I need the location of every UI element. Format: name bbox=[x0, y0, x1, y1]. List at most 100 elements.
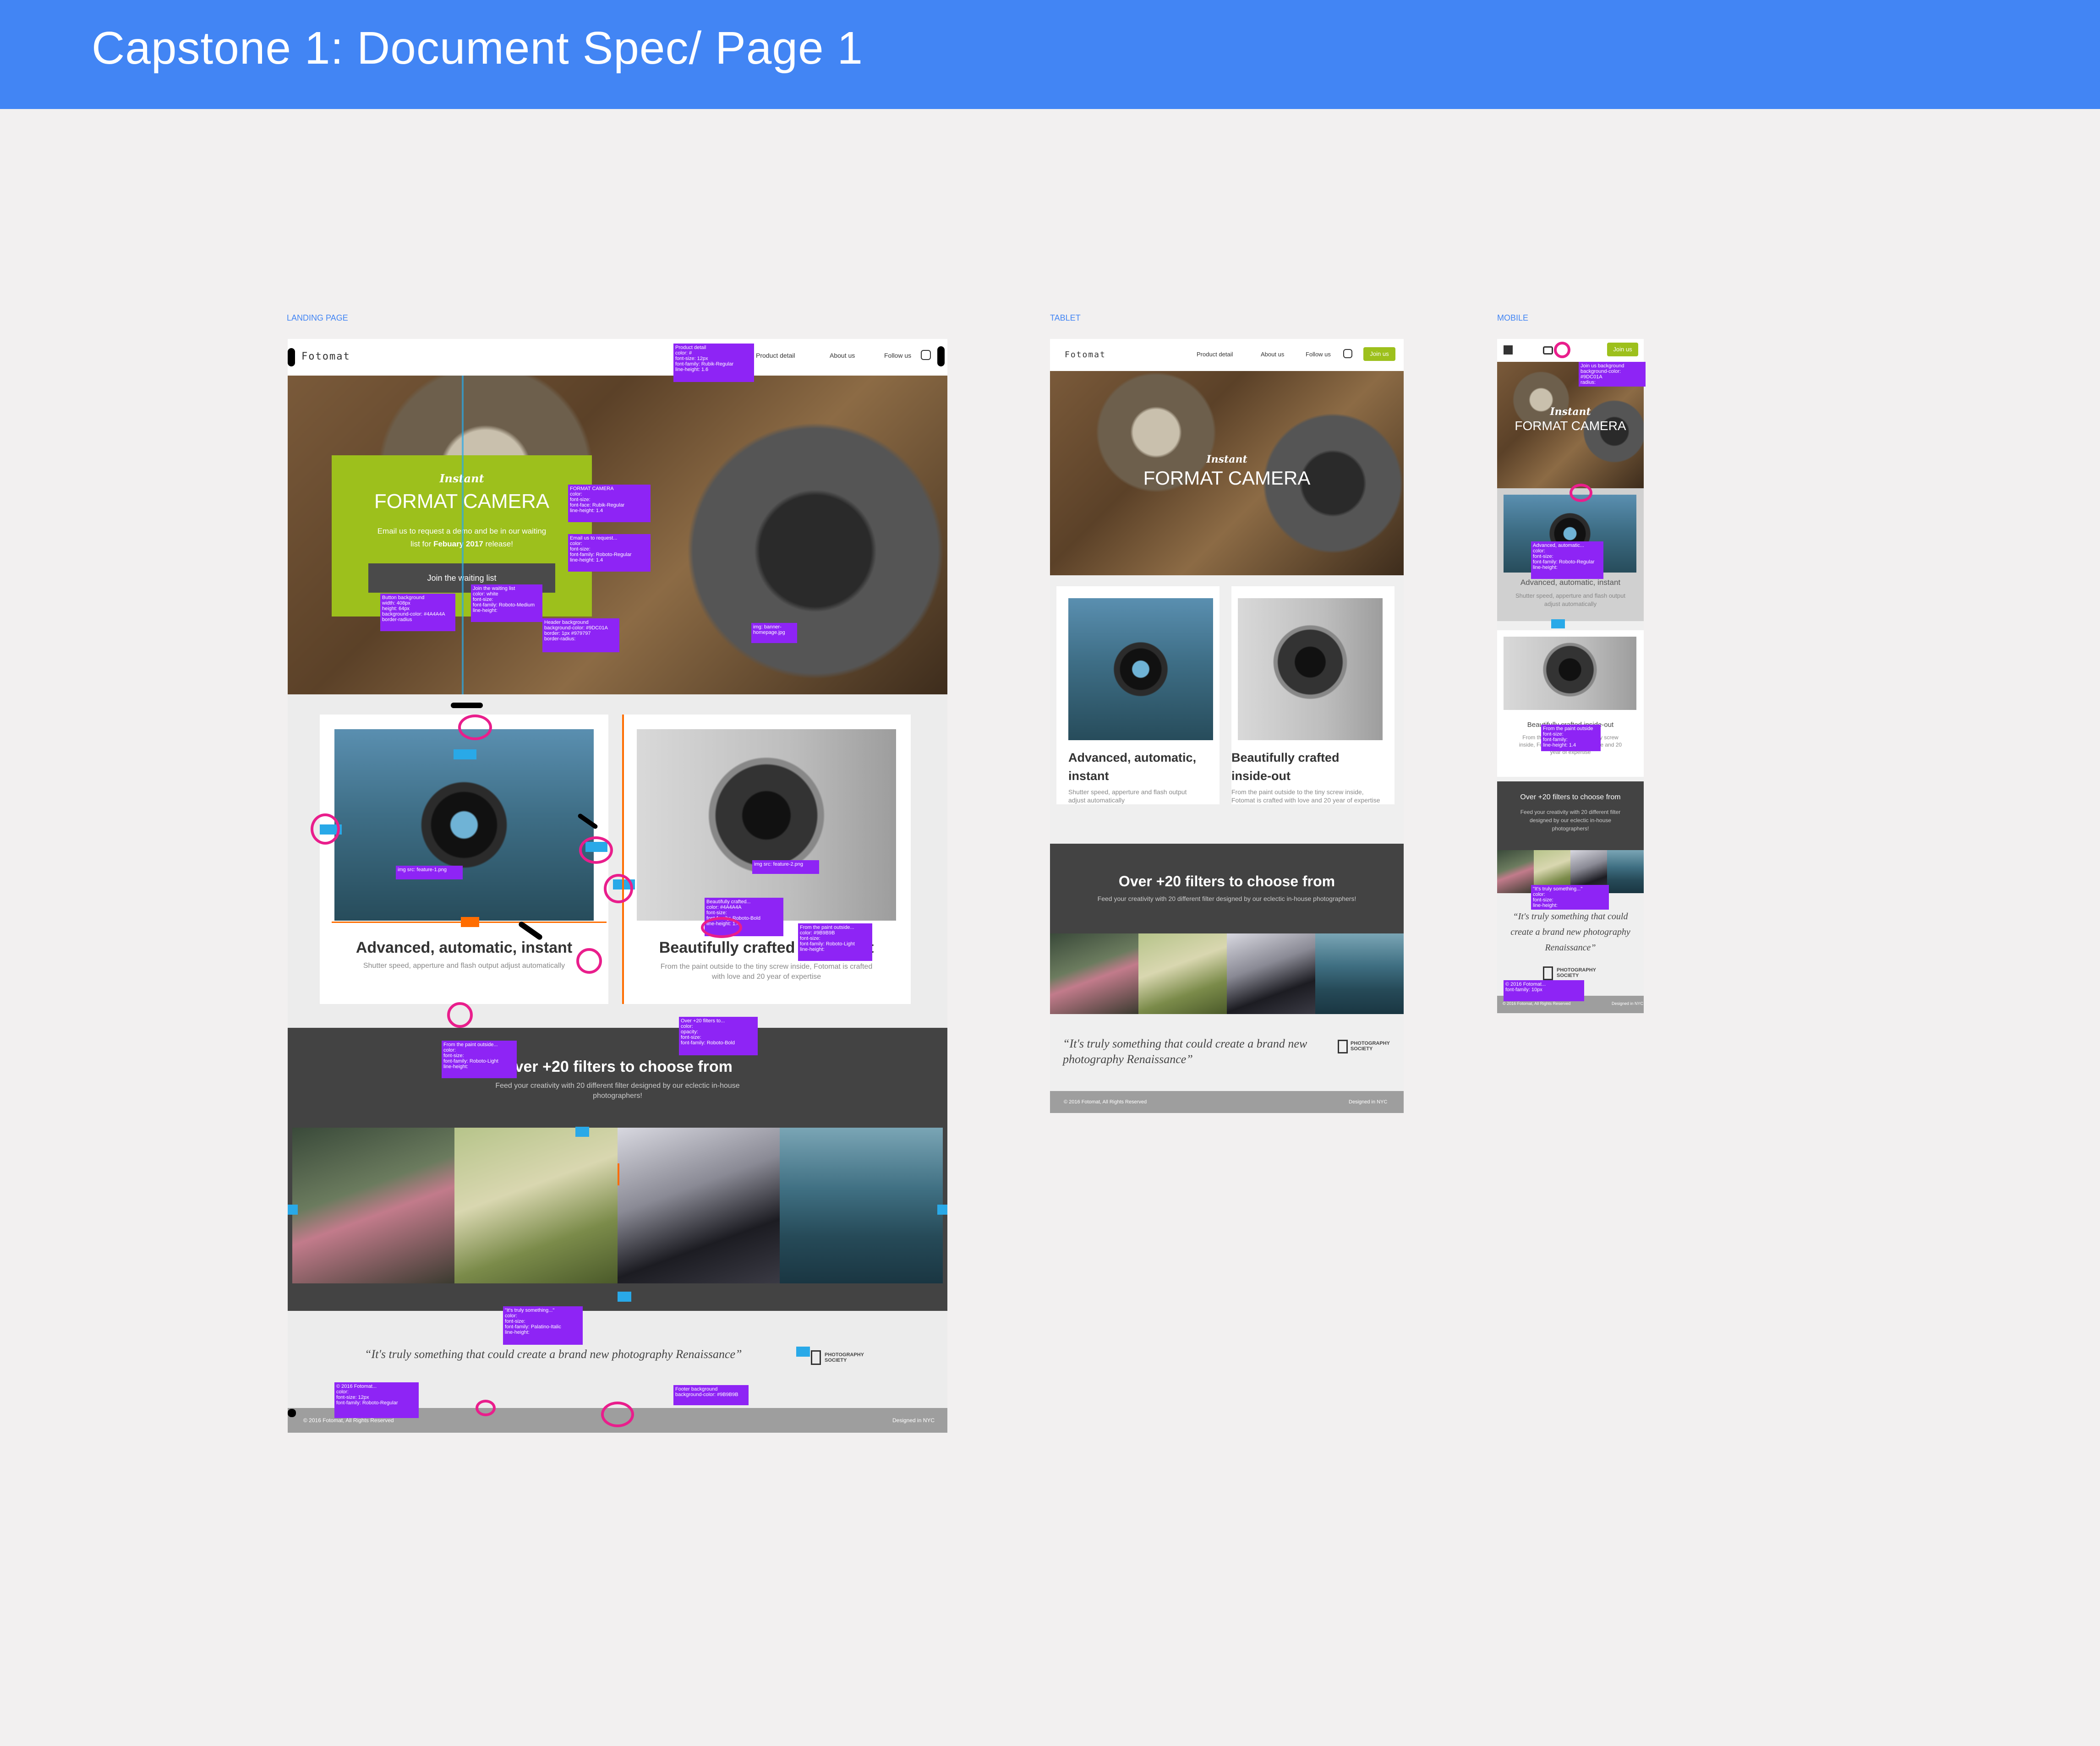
footer-designed: Designed in NYC bbox=[892, 1417, 935, 1424]
feature-text-2: From the paint outside to the tiny screw… bbox=[660, 963, 873, 981]
annotation: Product detail color: # font-size: 12px … bbox=[673, 344, 754, 382]
footer-copyright: © 2016 Fotomat, All Rights Reserved bbox=[303, 1417, 394, 1424]
landing-nav: Fotomat Product detail About us Follow u… bbox=[288, 339, 947, 376]
frame-label-mobile: MOBILE bbox=[1497, 313, 1529, 322]
testimonial-quote: “It's truly something that could create … bbox=[365, 1348, 742, 1361]
filter-image-2 bbox=[454, 1128, 618, 1283]
feature-image-2 bbox=[637, 729, 896, 921]
annotation: img: banner- homepage.jpg bbox=[751, 623, 797, 643]
mobile-society-logo bbox=[1543, 966, 1553, 980]
frame-label-landing: LANDING PAGE bbox=[287, 313, 348, 322]
markup-circle bbox=[701, 917, 742, 938]
annotation: img src: feature-2.png bbox=[752, 860, 819, 874]
annotation: Header background background-color: #9DC… bbox=[542, 618, 619, 652]
tablet-nav-about[interactable]: About us bbox=[1261, 351, 1284, 358]
mobile-testimonial-quote: “It's truly something that could create … bbox=[1510, 911, 1630, 953]
mobile-nav: Join us bbox=[1497, 339, 1644, 362]
annotation: From the paint outside font-size: font-f… bbox=[1541, 725, 1601, 751]
tablet-filter-image-1 bbox=[1050, 933, 1138, 1014]
tablet-join-button[interactable]: Join us bbox=[1363, 347, 1395, 361]
redline-marker bbox=[937, 1205, 947, 1215]
markup-circle bbox=[579, 836, 613, 864]
tablet-feature-image-1 bbox=[1068, 598, 1213, 740]
photography-society-logo bbox=[811, 1350, 821, 1365]
society-name: PHOTOGRAPHY SOCIETY bbox=[825, 1352, 864, 1364]
annotation: "It's truly something..." color: font-si… bbox=[1531, 885, 1609, 910]
annotation: Advanced, automatic... color: font-size:… bbox=[1531, 541, 1603, 579]
redline-marker bbox=[622, 715, 624, 1004]
tablet-filter-image-4 bbox=[1315, 933, 1404, 1014]
landing-page-frame: Fotomat Product detail About us Follow u… bbox=[288, 339, 947, 1433]
filter-image-1 bbox=[292, 1128, 454, 1283]
mobile-feature-text-1: Shutter speed, apperture and flash outpu… bbox=[1515, 592, 1625, 607]
mobile-filter-image-4 bbox=[1607, 850, 1644, 893]
tablet-feature-text-2: From the paint outside to the tiny screw… bbox=[1231, 788, 1380, 804]
tablet-society-name: PHOTOGRAPHY SOCIETY bbox=[1351, 1041, 1390, 1052]
redline-marker bbox=[332, 922, 607, 923]
annotation: © 2016 Fotomat... font-family: 10px bbox=[1504, 980, 1584, 1001]
annotation: Email us to request... color: font-size:… bbox=[568, 534, 651, 572]
tablet-nav-product[interactable]: Product detail bbox=[1197, 351, 1233, 358]
frame-label-tablet: TABLET bbox=[1050, 313, 1081, 322]
tablet-filters-title: Over +20 filters to choose from bbox=[1118, 873, 1335, 889]
tablet-filter-image-2 bbox=[1138, 933, 1227, 1014]
tablet-footer-designed: Designed in NYC bbox=[1349, 1099, 1388, 1105]
markup-circle bbox=[1570, 484, 1592, 502]
tablet-instagram-icon[interactable] bbox=[1343, 349, 1352, 358]
redline-marker bbox=[1551, 619, 1565, 628]
tablet-feature-card-2: Beautifully crafted inside-out From the … bbox=[1231, 586, 1395, 804]
redaction-scribble bbox=[288, 1409, 296, 1417]
redline-marker bbox=[575, 1127, 589, 1137]
redline-marker bbox=[454, 749, 476, 759]
nav-about-us[interactable]: About us bbox=[830, 352, 855, 359]
annotation: FORMAT CAMERA color: font-size: font-fac… bbox=[568, 485, 651, 522]
markup-circle bbox=[576, 948, 602, 974]
annotation: Over +20 filters to... color: opacity: f… bbox=[679, 1017, 758, 1055]
tablet-feature-image-2 bbox=[1238, 598, 1383, 740]
redline-marker bbox=[288, 1205, 298, 1215]
annotation: Button background width: 408px height: 6… bbox=[380, 594, 455, 631]
tablet-footer-copyright: © 2016 Fotomat, All Rights Reserved bbox=[1064, 1099, 1147, 1105]
filter-image-3 bbox=[618, 1128, 780, 1283]
redaction-scribble bbox=[288, 348, 295, 366]
filter-image-4 bbox=[780, 1128, 943, 1283]
mobile-join-button[interactable]: Join us bbox=[1607, 343, 1638, 356]
tablet-hero-image: Instant FORMAT CAMERA bbox=[1050, 371, 1404, 575]
filters-text: Feed your creativity with 20 different f… bbox=[495, 1082, 740, 1100]
mobile-frame: Join us Instant FORMAT CAMERA Advanced, … bbox=[1497, 339, 1646, 1013]
mobile-filters-section: Over +20 filters to choose from Feed you… bbox=[1497, 781, 1644, 893]
mobile-hero-kicker: Instant bbox=[1550, 406, 1591, 418]
nav-follow-us[interactable]: Follow us bbox=[884, 352, 911, 359]
markup-circle bbox=[311, 813, 340, 845]
tablet-nav-follow[interactable]: Follow us bbox=[1306, 351, 1331, 358]
annotation: © 2016 Fotomat... color: font-size: 12px… bbox=[334, 1382, 419, 1418]
annotation: img src: feature-1.png bbox=[396, 866, 463, 879]
tablet-filter-image-3 bbox=[1227, 933, 1315, 1014]
tablet-logo[interactable]: Fotomat bbox=[1065, 350, 1106, 360]
tablet-hero-title: FORMAT CAMERA bbox=[1143, 467, 1311, 489]
instagram-icon[interactable] bbox=[921, 350, 931, 360]
mobile-feature-image-2 bbox=[1504, 637, 1636, 710]
redaction-scribble bbox=[451, 703, 483, 708]
redline-marker bbox=[796, 1347, 810, 1357]
mobile-filters-title: Over +20 filters to choose from bbox=[1520, 793, 1621, 801]
tablet-feature-title-2: Beautifully crafted inside-out bbox=[1231, 751, 1340, 783]
camera-icon[interactable] bbox=[1543, 346, 1553, 355]
tablet-testimonial-quote: “It's truly something that could create … bbox=[1063, 1037, 1307, 1066]
annotation: Footer background background-color: #9B9… bbox=[673, 1385, 749, 1405]
tablet-footer: © 2016 Fotomat, All Rights Reserved Desi… bbox=[1050, 1091, 1404, 1113]
redline-marker bbox=[618, 1163, 619, 1185]
mobile-menu-icon[interactable] bbox=[1504, 345, 1513, 355]
feature-text-1: Shutter speed, apperture and flash outpu… bbox=[363, 962, 565, 970]
mobile-hero-title: FORMAT CAMERA bbox=[1515, 419, 1626, 433]
nav-product-detail[interactable]: Product detail bbox=[756, 352, 795, 359]
doc-header-bar: Capstone 1: Document Spec/ Page 1 bbox=[0, 0, 2100, 109]
logo[interactable]: Fotomat bbox=[301, 351, 350, 362]
mobile-filter-image-1 bbox=[1497, 850, 1534, 893]
tablet-nav: Fotomat Product detail About us Follow u… bbox=[1050, 339, 1404, 371]
markup-circle bbox=[601, 1402, 634, 1427]
redaction-scribble bbox=[937, 346, 945, 366]
markup-circle bbox=[1554, 342, 1570, 358]
markup-circle bbox=[604, 874, 633, 903]
annotation: "It's truly something..." color: font-si… bbox=[503, 1306, 583, 1345]
